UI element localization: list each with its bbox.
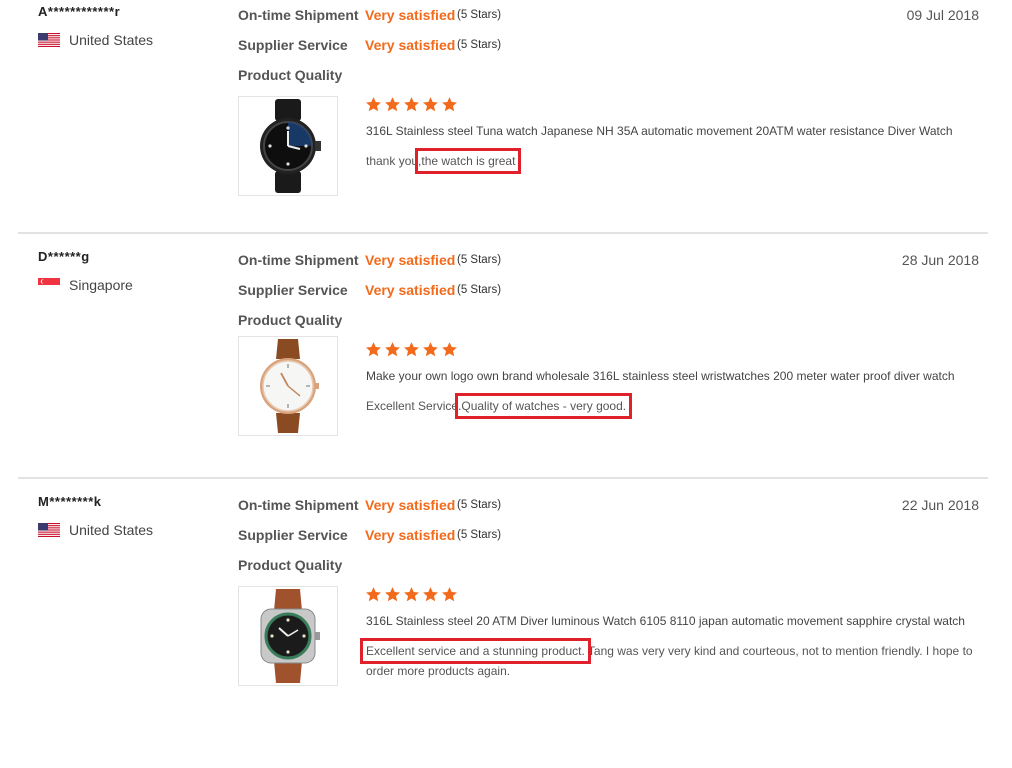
product-image[interactable] xyxy=(238,96,338,196)
shipment-rating-label: On-time Shipment xyxy=(238,252,359,268)
reviewer-country: United States xyxy=(38,522,153,538)
star-icon xyxy=(384,586,401,603)
review-divider xyxy=(18,232,988,234)
review-divider xyxy=(18,477,988,479)
product-title-link[interactable]: 316L Stainless steel 20 ATM Diver lumino… xyxy=(366,614,965,628)
reviewer-name: M********k xyxy=(38,494,102,509)
reviewer-country: Singapore xyxy=(38,277,133,293)
service-rating-label: Supplier Service xyxy=(238,527,348,543)
shipment-rating-stars: (5 Stars) xyxy=(457,9,502,21)
star-icon xyxy=(441,586,458,603)
us-flag-icon xyxy=(38,523,60,537)
shipment-rating-label: On-time Shipment xyxy=(238,7,359,23)
country-name: United States xyxy=(69,32,154,48)
shipment-rating-label: On-time Shipment xyxy=(238,497,359,513)
diver-watch-icon xyxy=(260,589,320,683)
country-name: Singapore xyxy=(69,277,133,293)
service-rating-value: Very satisfied xyxy=(365,37,456,53)
star-icon xyxy=(422,586,439,603)
star-icon xyxy=(365,96,382,113)
dive-watch-icon xyxy=(260,99,321,193)
shipment-rating-stars: (5 Stars) xyxy=(457,254,502,266)
service-rating-value: Very satisfied xyxy=(365,527,456,543)
star-icon xyxy=(403,341,420,358)
review-comment: Excellent Service.Quality of watches - v… xyxy=(366,393,976,419)
star-rating xyxy=(365,586,458,603)
star-icon xyxy=(403,96,420,113)
shipment-rating-value: Very satisfied xyxy=(365,252,456,268)
product-title-link[interactable]: 316L Stainless steel Tuna watch Japanese… xyxy=(366,124,953,138)
reviewer-name: A************r xyxy=(38,4,121,19)
dress-watch-icon xyxy=(260,339,319,433)
product-title-link[interactable]: Make your own logo own brand wholesale 3… xyxy=(366,369,955,383)
quality-rating-label: Product Quality xyxy=(238,557,343,573)
star-icon xyxy=(403,586,420,603)
review-comment: thank you,the watch is great xyxy=(366,148,976,174)
highlighted-comment: the watch is great xyxy=(415,148,522,174)
reviewer-country: United States xyxy=(38,32,153,48)
service-rating-label: Supplier Service xyxy=(238,37,348,53)
star-icon xyxy=(384,341,401,358)
product-image[interactable] xyxy=(238,336,338,436)
star-icon xyxy=(422,341,439,358)
quality-rating-label: Product Quality xyxy=(238,312,343,328)
us-flag-icon xyxy=(38,33,60,47)
star-icon xyxy=(441,96,458,113)
reviewer-name: D******g xyxy=(38,249,90,264)
star-rating xyxy=(365,341,458,358)
star-icon xyxy=(384,96,401,113)
shipment-rating-stars: (5 Stars) xyxy=(457,499,502,511)
review-comment: Excellent service and a stunning product… xyxy=(360,638,976,681)
service-rating-stars: (5 Stars) xyxy=(457,284,502,296)
quality-rating-label: Product Quality xyxy=(238,67,343,83)
star-icon xyxy=(441,341,458,358)
service-rating-label: Supplier Service xyxy=(238,282,348,298)
highlighted-comment: Excellent service and a stunning product… xyxy=(360,638,591,664)
review-date: 09 Jul 2018 xyxy=(906,7,979,23)
sg-flag-icon xyxy=(38,278,60,292)
shipment-rating-value: Very satisfied xyxy=(365,497,456,513)
shipment-rating-value: Very satisfied xyxy=(365,7,456,23)
service-rating-stars: (5 Stars) xyxy=(457,39,502,51)
star-icon xyxy=(365,341,382,358)
review-date: 28 Jun 2018 xyxy=(901,252,979,268)
country-name: United States xyxy=(69,522,154,538)
star-icon xyxy=(365,586,382,603)
review-date: 22 Jun 2018 xyxy=(901,497,979,513)
service-rating-value: Very satisfied xyxy=(365,282,456,298)
highlighted-comment: Quality of watches - very good. xyxy=(455,393,633,419)
product-image[interactable] xyxy=(238,586,338,686)
comment-text: Excellent Service. xyxy=(366,399,462,413)
comment-text: thank you, xyxy=(366,154,422,168)
star-icon xyxy=(422,96,439,113)
service-rating-stars: (5 Stars) xyxy=(457,529,502,541)
star-rating xyxy=(365,96,458,113)
